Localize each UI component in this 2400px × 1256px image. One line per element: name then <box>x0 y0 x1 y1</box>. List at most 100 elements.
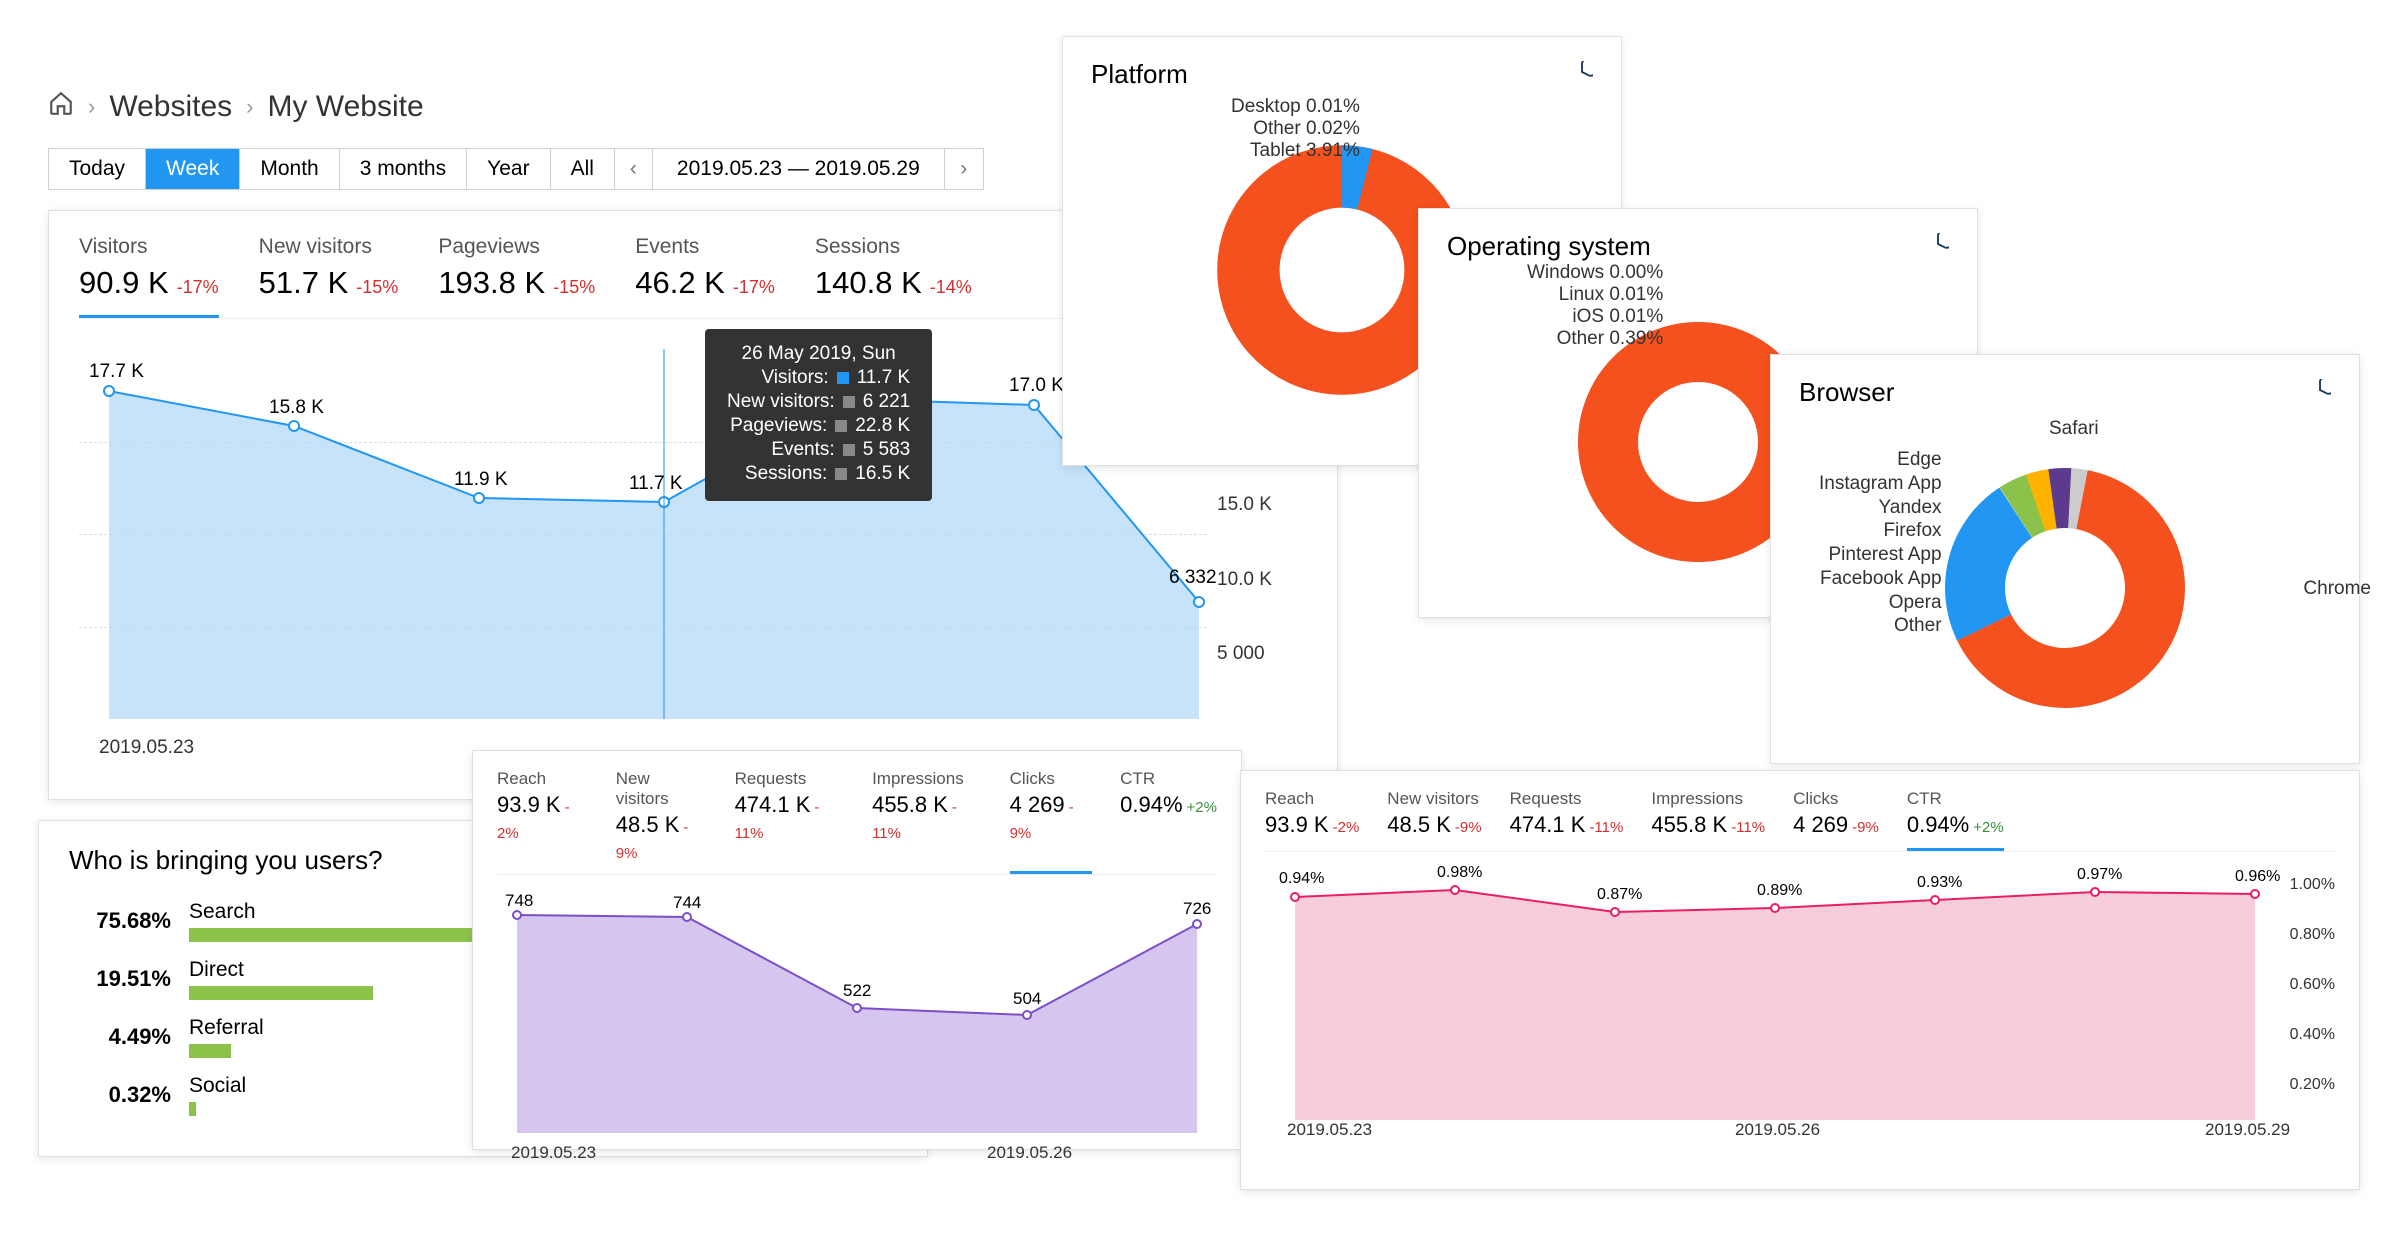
metric-delta: -17% <box>733 277 775 297</box>
metric-events[interactable]: Events 46.2 K -17% <box>635 235 775 318</box>
mini-metric-ctr[interactable]: CTR 0.94% +2% <box>1120 769 1217 874</box>
home-icon[interactable] <box>48 90 74 124</box>
slice-label: Instagram App <box>1819 472 1942 496</box>
pie-chart-icon[interactable] <box>1571 61 1593 89</box>
source-pct: 75.68% <box>69 908 189 934</box>
swatch <box>843 396 855 408</box>
metric-label: Sessions <box>815 235 972 259</box>
tooltip-value: 22.8 K <box>855 415 910 437</box>
slice-label: Linux 0.01% <box>1527 284 1663 306</box>
point-label: 17.0 K <box>1009 375 1064 397</box>
metric-visitors[interactable]: Visitors 90.9 K-17% <box>79 235 219 318</box>
mini-metric-requests[interactable]: Requests 474.1 K-11% <box>735 769 845 874</box>
slice-label: Firefox <box>1819 519 1942 543</box>
mini-label: Impressions <box>872 769 982 789</box>
x-label: 2019.05.23 <box>511 1143 596 1163</box>
tooltip-value: 16.5 K <box>855 463 910 485</box>
range-year[interactable]: Year <box>467 149 550 189</box>
point-label: 11.7 K <box>629 473 683 495</box>
point-label: 11.9 K <box>454 469 508 491</box>
mini-label: New visitors <box>616 769 707 809</box>
metric-delta: -17% <box>177 277 219 297</box>
mini-value: 4 269 <box>1010 792 1065 817</box>
metric-label: Visitors <box>79 235 219 259</box>
range-all[interactable]: All <box>551 149 615 189</box>
range-today[interactable]: Today <box>49 149 146 189</box>
tooltip-label: Sessions: <box>745 463 827 485</box>
card-title: Browser <box>1799 377 1894 408</box>
chevron-right-icon: › <box>246 94 253 120</box>
tooltip-label: Events: <box>771 439 834 461</box>
mini-label: New visitors <box>1387 789 1481 809</box>
mini-metric-new-visitors[interactable]: New visitors 48.5 K-9% <box>616 769 707 874</box>
source-pct: 4.49% <box>69 1024 189 1050</box>
range-week[interactable]: Week <box>146 149 240 189</box>
mini-value: 48.5 K <box>616 812 680 837</box>
mini-metric-new-visitors[interactable]: New visitors 48.5 K-9% <box>1387 789 1481 851</box>
mini-label: Clicks <box>1793 789 1879 809</box>
tooltip-value: 11.7 K <box>857 367 911 389</box>
range-month[interactable]: Month <box>240 149 339 189</box>
mini-metric-reach[interactable]: Reach 93.9 K-2% <box>497 769 588 874</box>
metric-value: 46.2 K <box>635 265 725 300</box>
mini-label: Requests <box>1510 789 1624 809</box>
point-label: 748 <box>505 891 533 911</box>
mini-metric-reach[interactable]: Reach 93.9 K-2% <box>1265 789 1359 851</box>
mini-delta: -9% <box>1852 819 1879 836</box>
y-tick: 0.40% <box>2290 1026 2335 1044</box>
mini-tabs: Reach 93.9 K-2% New visitors 48.5 K-9% Req… <box>1265 789 2335 852</box>
point-label: 0.89% <box>1757 882 1802 900</box>
slice-label: Yandex <box>1819 496 1942 520</box>
card-title: Platform <box>1091 59 1188 90</box>
point-label: 15.8 K <box>269 397 324 419</box>
metric-new-visitors[interactable]: New visitors 51.7 K-15% <box>259 235 399 318</box>
mini-metric-impressions[interactable]: Impressions 455.8 K-11% <box>872 769 982 874</box>
clicks-card: Reach 93.9 K-2% New visitors 48.5 K-9% Req… <box>472 750 1242 1150</box>
tooltip-value: 6 221 <box>863 391 911 413</box>
mini-delta: +2% <box>1187 799 1217 816</box>
metric-pageviews[interactable]: Pageviews 193.8 K-15% <box>438 235 595 318</box>
range-3months[interactable]: 3 months <box>340 149 467 189</box>
card-title: Operating system <box>1447 231 1651 262</box>
mini-value: 0.94% <box>1120 792 1182 817</box>
mini-metric-ctr[interactable]: CTR 0.94%+2% <box>1907 789 2004 851</box>
source-pct: 19.51% <box>69 966 189 992</box>
metric-value: 193.8 K <box>438 265 545 300</box>
pie-chart-icon[interactable] <box>2309 379 2331 407</box>
date-range[interactable]: 2019.05.23 — 2019.05.29 <box>653 149 945 189</box>
mini-value: 4 269 <box>1793 812 1848 837</box>
browser-card: Browser Edge Instagram App Yandex Firefo… <box>1770 354 2360 764</box>
chevron-right-icon: › <box>88 94 95 120</box>
point-label: 726 <box>1183 899 1211 919</box>
point-label: 0.93% <box>1917 874 1962 892</box>
metric-delta: -15% <box>553 277 595 297</box>
slice-label: iOS 0.01% <box>1527 306 1663 328</box>
mini-metric-impressions[interactable]: Impressions 455.8 K-11% <box>1651 789 1765 851</box>
mini-metric-clicks[interactable]: Clicks 4 269-9% <box>1010 769 1093 874</box>
line-chart-svg <box>497 893 1217 1133</box>
mini-metric-clicks[interactable]: Clicks 4 269-9% <box>1793 789 1879 851</box>
chart-tooltip: 26 May 2019, Sun Visitors:11.7 K New vis… <box>705 329 932 501</box>
mini-metric-requests[interactable]: Requests 474.1 K-11% <box>1510 789 1624 851</box>
mini-label: CTR <box>1120 769 1217 789</box>
swatch <box>835 468 847 480</box>
mini-label: CTR <box>1907 789 2004 809</box>
pie-chart-icon[interactable] <box>1927 233 1949 261</box>
prev-range-button[interactable]: ‹ <box>615 149 653 189</box>
mini-value: 455.8 K <box>1651 812 1727 837</box>
y-tick: 0.80% <box>2290 926 2335 944</box>
metric-delta: -15% <box>356 277 398 297</box>
y-tick: 0.60% <box>2290 976 2335 994</box>
mini-delta: -11% <box>1589 819 1623 836</box>
mini-delta: -9% <box>1455 819 1482 836</box>
next-range-button[interactable]: › <box>945 149 983 189</box>
metric-label: Events <box>635 235 775 259</box>
point-label: 504 <box>1013 989 1041 1009</box>
metric-label: New visitors <box>259 235 399 259</box>
metric-sessions[interactable]: Sessions 140.8 K-14% <box>815 235 972 318</box>
mini-value: 455.8 K <box>872 792 948 817</box>
source-bar <box>189 986 373 1000</box>
swatch <box>843 444 855 456</box>
breadcrumb-websites[interactable]: Websites <box>109 90 232 124</box>
source-pct: 0.32% <box>69 1082 189 1108</box>
